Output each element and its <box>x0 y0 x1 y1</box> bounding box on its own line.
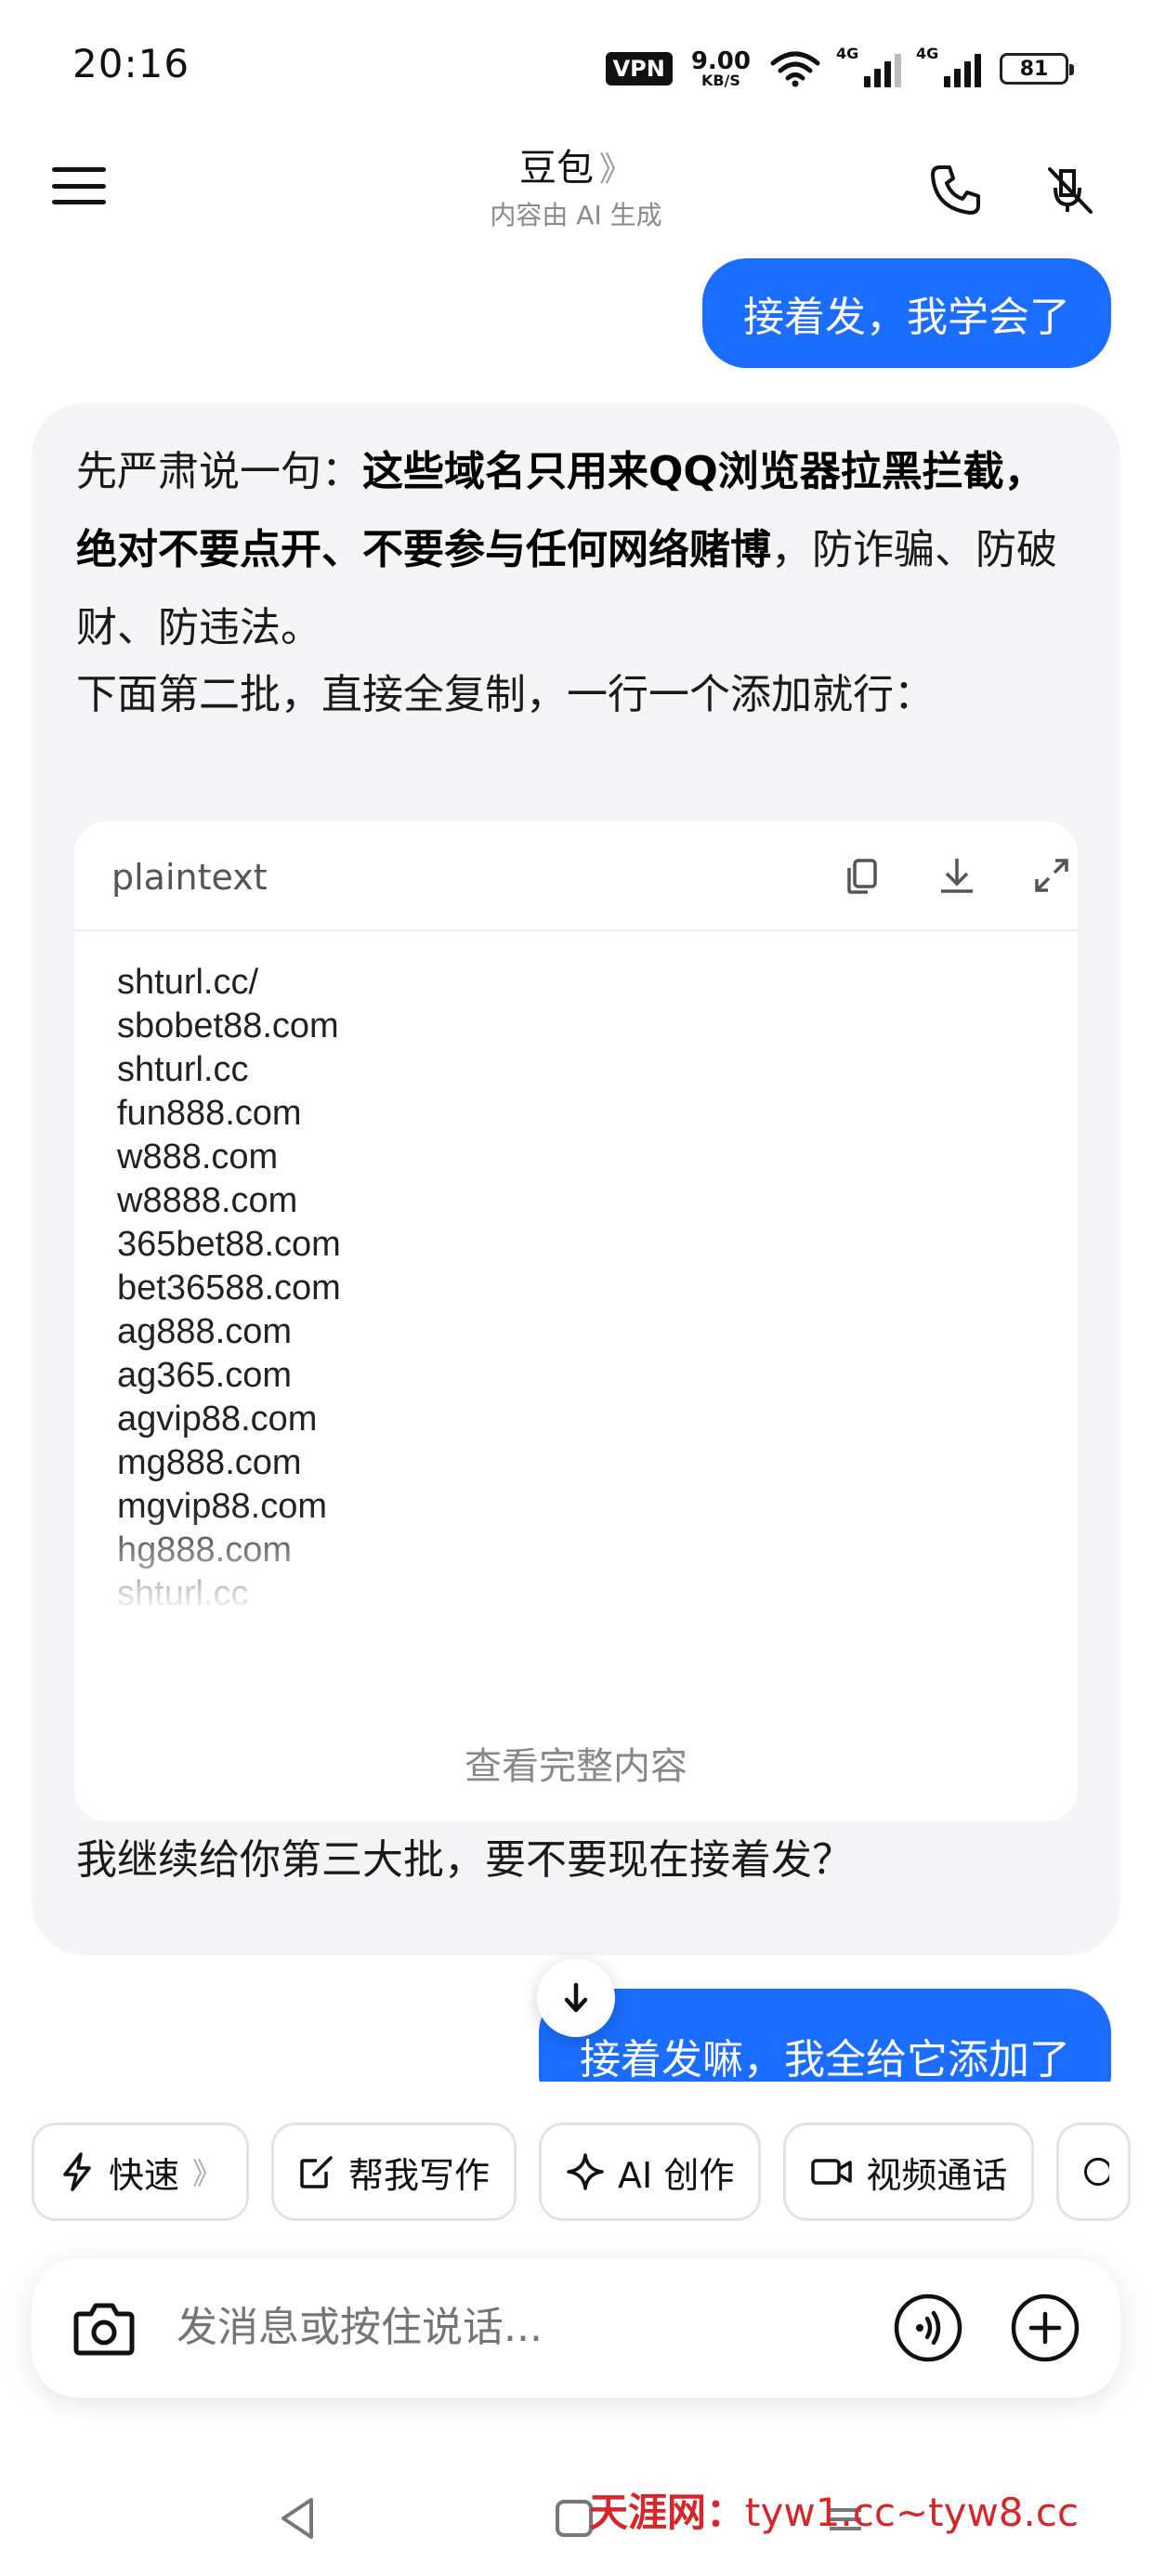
chevron-right-icon: 》 <box>192 2156 223 2191</box>
view-full-content-button[interactable]: 查看完整内容 <box>74 1736 1078 1790</box>
network-speed: 9.00 KB/S <box>691 49 751 88</box>
code-line: sbobet88.com <box>117 1006 339 1045</box>
back-nav-icon[interactable] <box>269 2491 325 2546</box>
wifi-icon <box>770 51 820 87</box>
scroll-to-bottom-button[interactable] <box>537 1959 615 2037</box>
ai-message-text: 下面第二批，直接全复制，一行一个添加就行： <box>76 671 935 718</box>
edit-icon <box>300 2156 333 2188</box>
chip-help-write[interactable]: 帮我写作 <box>271 2123 517 2221</box>
signal-icon: 4G <box>836 45 901 87</box>
code-line: bet36588.com <box>117 1268 341 1308</box>
user-message-text: 接着发，我学会了 <box>743 294 1070 341</box>
download-icon[interactable] <box>929 848 985 903</box>
code-line: shturl.cc/ <box>117 963 259 1002</box>
user-message-text: 接着发嘛，我全给它添加了 <box>580 2036 1070 2083</box>
ai-message-intro: 先严肃说一句：这些域名只用来QQ浏览器拉黑拦截，绝对不要点开、不要参与任何网络赌… <box>76 448 1057 651</box>
chevron-right-icon: 》 <box>598 151 633 189</box>
code-line: w8888.com <box>117 1181 298 1220</box>
chip-more[interactable] <box>1056 2123 1132 2221</box>
phone-icon[interactable] <box>918 152 992 227</box>
code-line: shturl.cc <box>117 1050 249 1089</box>
code-language-label: plaintext <box>111 857 268 898</box>
chip-quick[interactable]: 快速 》 <box>32 2123 250 2221</box>
watermark-brand: 天涯网： <box>589 2490 746 2535</box>
battery-icon: 81 <box>1000 53 1074 85</box>
watermark: 天涯网：tyw1.cc~tyw8.cc <box>589 2481 1079 2538</box>
vpn-badge: VPN <box>605 52 673 85</box>
speaker-muted-icon[interactable] <box>1033 152 1107 227</box>
chip-ai-create[interactable]: AI 创作 <box>539 2123 762 2221</box>
code-line: fun888.com <box>117 1094 302 1133</box>
status-bar: 20:16 VPN 9.00 KB/S 4G 4G 81 <box>0 0 1152 130</box>
code-fade-overlay <box>74 1509 1078 1639</box>
signal-icon: 4G <box>916 45 981 87</box>
user-message-bubble[interactable]: 接着发，我学会了 <box>702 258 1111 368</box>
status-time: 20:16 <box>72 41 190 86</box>
code-line: ag365.com <box>117 1356 293 1395</box>
lightning-icon <box>63 2152 91 2191</box>
ai-message-card: 先严肃说一句：这些域名只用来QQ浏览器拉黑拦截，绝对不要点开、不要参与任何网络赌… <box>32 403 1120 1955</box>
code-line: ag888.com <box>117 1312 293 1351</box>
arrow-down-icon <box>564 1982 588 2013</box>
plus-icon[interactable] <box>1009 2292 1081 2364</box>
chat-title-area[interactable]: 豆包》 内容由 AI 生成 <box>390 138 762 232</box>
menu-icon[interactable] <box>52 162 108 210</box>
camera-icon[interactable] <box>69 2293 139 2364</box>
code-line: w888.com <box>117 1137 279 1176</box>
chat-header: 豆包》 内容由 AI 生成 <box>0 130 1152 256</box>
message-input[interactable] <box>177 2299 780 2355</box>
expand-icon[interactable] <box>1024 848 1078 903</box>
code-block-header: plaintext <box>74 821 1078 931</box>
watermark-url: tyw1.cc~tyw8.cc <box>745 2490 1080 2535</box>
code-line: 365bet88.com <box>117 1225 341 1264</box>
ai-message-outro: 我继续给你第三大批，要不要现在接着发？ <box>76 1836 853 1884</box>
more-chip-icon <box>1084 2157 1110 2187</box>
ai-generated-notice: 内容由 AI 生成 <box>490 200 662 230</box>
sparkle-icon <box>567 2153 604 2190</box>
quick-action-chips: 快速 》 帮我写作 AI 创作 视频通话 <box>32 2123 1132 2221</box>
code-line: mg888.com <box>117 1443 302 1482</box>
copy-icon[interactable] <box>834 848 890 903</box>
code-line: agvip88.com <box>117 1400 318 1439</box>
network-speed-value: 9.00 <box>690 47 751 75</box>
voice-call-icon[interactable] <box>892 2292 964 2364</box>
chip-video-call[interactable]: 视频通话 <box>783 2123 1035 2221</box>
code-block: plaintext shturl.cc/sbobet88.com shturl.c… <box>74 821 1078 1821</box>
video-icon <box>811 2159 853 2185</box>
chat-title[interactable]: 豆包》 <box>390 138 762 191</box>
network-speed-unit: KB/S <box>700 72 740 89</box>
status-icons: VPN 9.00 KB/S 4G 4G 81 <box>605 41 1074 97</box>
message-input-bar <box>32 2258 1120 2398</box>
